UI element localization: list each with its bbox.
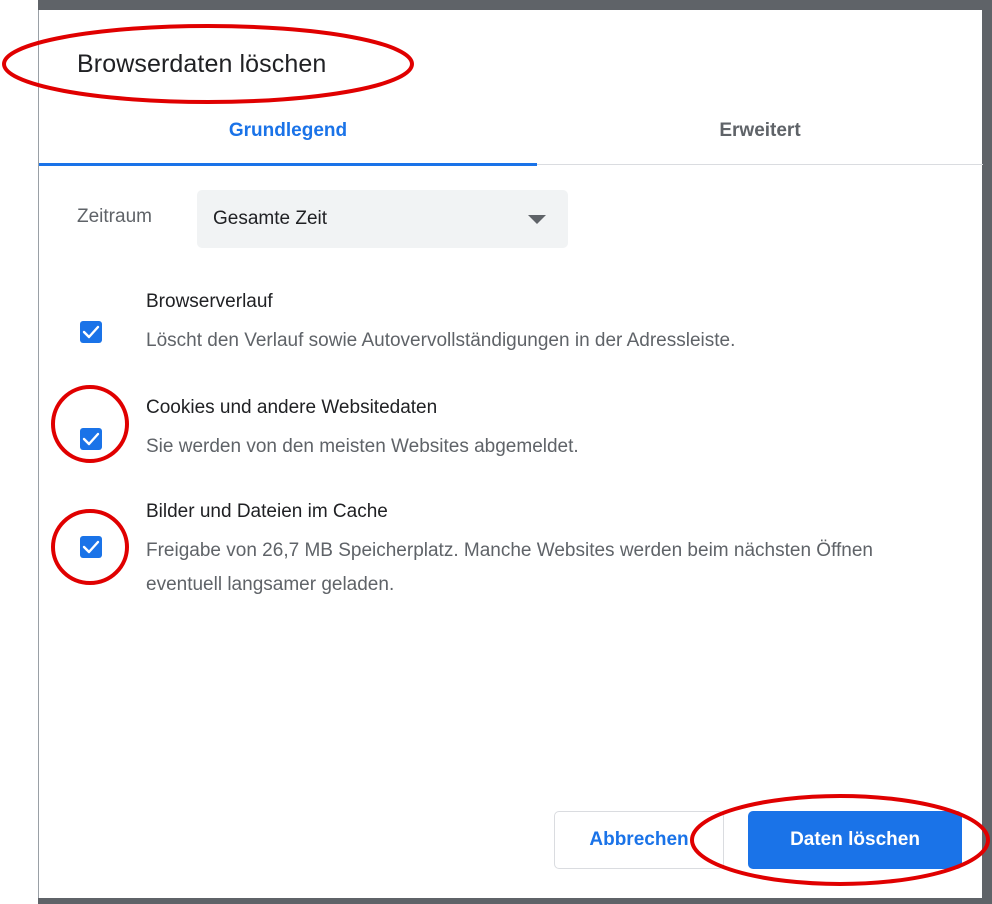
option-title: Bilder und Dateien im Cache [146,501,388,522]
cancel-button[interactable]: Abbrechen [554,811,724,869]
tab-basic[interactable]: Grundlegend [39,98,537,164]
dropdown-arrow-icon [528,215,546,224]
checkbox-cache[interactable] [80,536,102,558]
clear-data-button[interactable]: Daten löschen [748,811,962,869]
active-tab-indicator [39,163,537,166]
checkmark-icon [82,540,100,554]
tab-bar: Grundlegend Erweitert [39,98,983,166]
checkmark-icon [82,432,100,446]
option-title: Browserverlauf [146,291,273,312]
time-range-select[interactable]: Gesamte Zeit [197,190,568,248]
dialog-title: Browserdaten löschen [77,50,327,78]
checkbox-browsing-history[interactable] [80,321,102,343]
option-description: Löscht den Verlauf sowie Autovervollstän… [146,330,736,351]
tab-advanced[interactable]: Erweitert [537,98,983,164]
backdrop [38,898,982,904]
option-description: Sie werden von den meisten Websites abge… [146,436,579,457]
option-title: Cookies und andere Websitedaten [146,397,438,418]
backdrop [38,0,992,10]
checkmark-icon [82,325,100,339]
time-range-value: Gesamte Zeit [213,208,328,229]
time-range-label: Zeitraum [77,206,152,227]
option-description: Freigabe von 26,7 MB Speicherplatz. Manc… [146,540,873,595]
screenshot: Browserdaten löschen Grundlegend Erweite… [0,0,992,904]
checkbox-cookies[interactable] [80,428,102,450]
clear-browsing-data-dialog: Browserdaten löschen Grundlegend Erweite… [38,10,983,904]
backdrop [982,0,992,904]
